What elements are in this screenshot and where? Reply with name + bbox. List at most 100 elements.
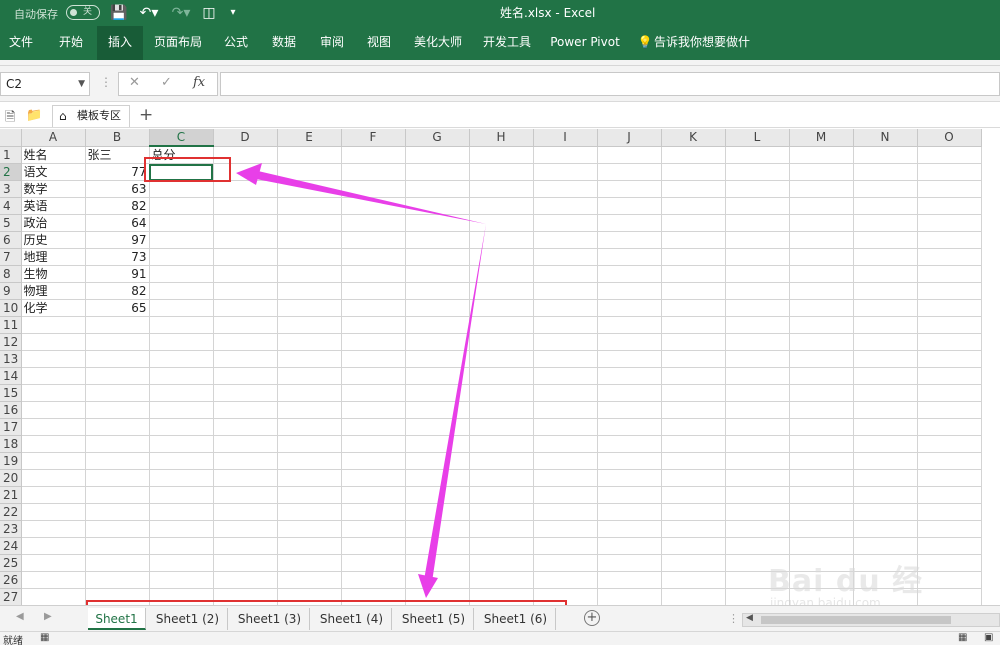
cell-j20[interactable] xyxy=(597,469,662,487)
column-header-a[interactable]: A xyxy=(21,129,86,147)
cell-c3[interactable] xyxy=(149,180,214,198)
cell-d16[interactable] xyxy=(213,401,278,419)
cell-g12[interactable] xyxy=(405,333,470,351)
cell-g10[interactable] xyxy=(405,299,470,317)
cell-o10[interactable] xyxy=(917,299,982,317)
cell-h25[interactable] xyxy=(469,554,534,572)
cell-i24[interactable] xyxy=(533,537,598,555)
cell-l6[interactable] xyxy=(725,231,790,249)
name-box[interactable]: C2 ▼ xyxy=(0,72,90,96)
chevron-down-icon[interactable]: ▼ xyxy=(78,73,85,95)
cell-a21[interactable] xyxy=(21,486,86,504)
cell-d4[interactable] xyxy=(213,197,278,215)
cell-h14[interactable] xyxy=(469,367,534,385)
cell-h19[interactable] xyxy=(469,452,534,470)
cell-f23[interactable] xyxy=(341,520,406,538)
cell-b25[interactable] xyxy=(85,554,150,572)
cell-d24[interactable] xyxy=(213,537,278,555)
cell-l5[interactable] xyxy=(725,214,790,232)
row-header[interactable]: 26 xyxy=(0,571,22,589)
cell-h8[interactable] xyxy=(469,265,534,283)
cell-j21[interactable] xyxy=(597,486,662,504)
cell-k25[interactable] xyxy=(661,554,726,572)
cell-e2[interactable] xyxy=(277,163,342,181)
cell-f7[interactable] xyxy=(341,248,406,266)
cell-g13[interactable] xyxy=(405,350,470,368)
cell-l22[interactable] xyxy=(725,503,790,521)
cell-a11[interactable] xyxy=(21,316,86,334)
cell-l19[interactable] xyxy=(725,452,790,470)
cell-m6[interactable] xyxy=(789,231,854,249)
column-header-g[interactable]: G xyxy=(405,129,470,147)
cell-f2[interactable] xyxy=(341,163,406,181)
row-header[interactable]: 14 xyxy=(0,367,22,385)
cell-a8[interactable]: 生物 xyxy=(21,265,86,283)
cell-g11[interactable] xyxy=(405,316,470,334)
cell-c8[interactable] xyxy=(149,265,214,283)
column-header-k[interactable]: K xyxy=(661,129,726,147)
row-header[interactable]: 12 xyxy=(0,333,22,351)
cell-n13[interactable] xyxy=(853,350,918,368)
cell-d20[interactable] xyxy=(213,469,278,487)
cell-k14[interactable] xyxy=(661,367,726,385)
cell-h20[interactable] xyxy=(469,469,534,487)
cell-n6[interactable] xyxy=(853,231,918,249)
cell-o20[interactable] xyxy=(917,469,982,487)
cell-m5[interactable] xyxy=(789,214,854,232)
cell-k15[interactable] xyxy=(661,384,726,402)
cell-n5[interactable] xyxy=(853,214,918,232)
cell-b9[interactable]: 82 xyxy=(85,282,150,300)
tab-review[interactable]: 审阅 xyxy=(310,26,354,60)
cell-f1[interactable] xyxy=(341,146,406,164)
cell-j2[interactable] xyxy=(597,163,662,181)
cell-k23[interactable] xyxy=(661,520,726,538)
cell-g20[interactable] xyxy=(405,469,470,487)
cell-c18[interactable] xyxy=(149,435,214,453)
cell-k24[interactable] xyxy=(661,537,726,555)
row-header[interactable]: 2 xyxy=(0,163,22,181)
cell-l17[interactable] xyxy=(725,418,790,436)
cell-m23[interactable] xyxy=(789,520,854,538)
cell-o8[interactable] xyxy=(917,265,982,283)
cell-i6[interactable] xyxy=(533,231,598,249)
cell-d25[interactable] xyxy=(213,554,278,572)
cell-b24[interactable] xyxy=(85,537,150,555)
cell-m16[interactable] xyxy=(789,401,854,419)
cell-o19[interactable] xyxy=(917,452,982,470)
row-header[interactable]: 25 xyxy=(0,554,22,572)
cell-a12[interactable] xyxy=(21,333,86,351)
row-header[interactable]: 22 xyxy=(0,503,22,521)
cell-n1[interactable] xyxy=(853,146,918,164)
cell-e7[interactable] xyxy=(277,248,342,266)
cell-m9[interactable] xyxy=(789,282,854,300)
cell-g8[interactable] xyxy=(405,265,470,283)
cell-a3[interactable]: 数学 xyxy=(21,180,86,198)
cell-i11[interactable] xyxy=(533,316,598,334)
cell-b20[interactable] xyxy=(85,469,150,487)
cell-b12[interactable] xyxy=(85,333,150,351)
cell-l7[interactable] xyxy=(725,248,790,266)
cell-m12[interactable] xyxy=(789,333,854,351)
cell-b22[interactable] xyxy=(85,503,150,521)
cell-c17[interactable] xyxy=(149,418,214,436)
cell-k19[interactable] xyxy=(661,452,726,470)
column-header-i[interactable]: I xyxy=(533,129,598,147)
scroll-split-grip-icon[interactable]: ⋮ xyxy=(728,612,739,625)
save-icon[interactable]: 💾 xyxy=(110,3,128,23)
cell-d14[interactable] xyxy=(213,367,278,385)
cell-i18[interactable] xyxy=(533,435,598,453)
cell-o6[interactable] xyxy=(917,231,982,249)
cell-o13[interactable] xyxy=(917,350,982,368)
cell-h22[interactable] xyxy=(469,503,534,521)
column-header-f[interactable]: F xyxy=(341,129,406,147)
cell-i26[interactable] xyxy=(533,571,598,589)
cell-m20[interactable] xyxy=(789,469,854,487)
cell-o14[interactable] xyxy=(917,367,982,385)
sheet-tab-2[interactable]: Sheet1 (2) xyxy=(148,608,228,630)
cell-b14[interactable] xyxy=(85,367,150,385)
cell-h26[interactable] xyxy=(469,571,534,589)
cell-j13[interactable] xyxy=(597,350,662,368)
cell-o3[interactable] xyxy=(917,180,982,198)
cell-i22[interactable] xyxy=(533,503,598,521)
cell-f24[interactable] xyxy=(341,537,406,555)
